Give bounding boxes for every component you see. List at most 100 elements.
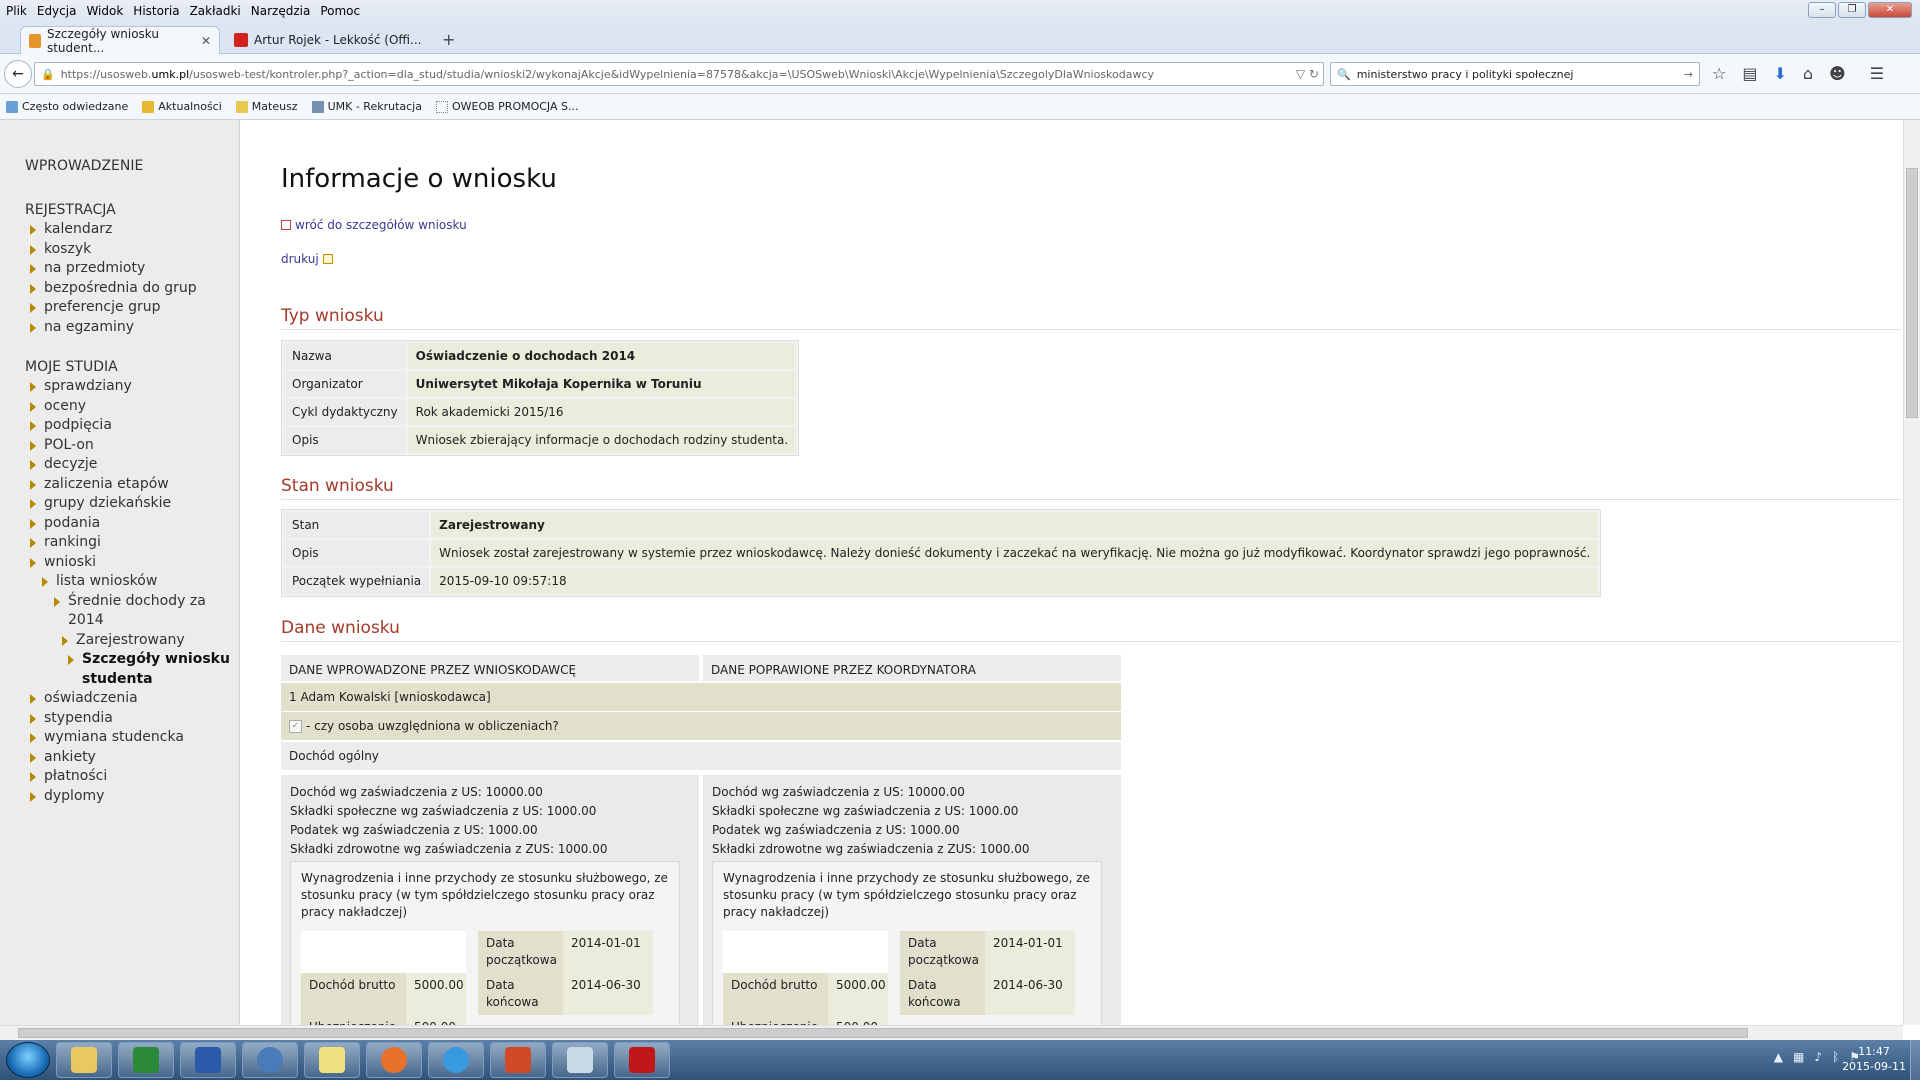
bookmark-czesto[interactable]: Często odwiedzane [6,100,128,113]
menu-narzedzia[interactable]: Narzędzia [251,4,311,18]
horizontal-scrollbar[interactable] [0,1025,1903,1040]
value-cell: 500.00 [406,1015,466,1025]
arrow-icon [30,440,36,451]
sidebar-item-wymiana[interactable]: wymiana studencka [25,728,239,748]
reload-icon[interactable]: ▽ ↻ [1296,67,1319,81]
value-cell: 5000.00 [406,973,466,1015]
scrollbar-thumb[interactable] [18,1028,1748,1038]
back-to-details-link[interactable]: wróć do szczegółów wniosku [281,218,467,232]
clock[interactable]: 11:47 2015-09-11 [1842,1044,1906,1074]
bookmark-icon [6,100,18,113]
bookmark-star-icon[interactable]: ☆ [1712,64,1726,83]
sidebar-item-szczegoly[interactable]: Szczegóły wniosku studenta [25,650,239,689]
tab-szczegoly[interactable]: Szczegóły wniosku student... ✕ [20,26,220,55]
search-go-icon[interactable]: → [1684,68,1693,81]
taskbar-firefox[interactable] [366,1042,422,1078]
sidebar-item-bezposrednia[interactable]: bezpośrednia do grup [25,279,239,299]
arrow-icon [30,460,36,470]
menu-edycja[interactable]: Edycja [37,4,77,18]
sidebar-item-kalendarz[interactable]: kalendarz [25,220,239,240]
sidebar-item-preferencje[interactable]: preferencje grup [25,298,239,318]
vertical-scrollbar[interactable] [1903,120,1920,1025]
taskbar-paint[interactable] [552,1042,608,1078]
close-tab-icon[interactable]: ✕ [201,34,211,48]
firefox-icon [381,1047,407,1073]
sidebar-moje-studia[interactable]: MOJE STUDIA [25,359,239,375]
menu-zakladki[interactable]: Zakładki [190,4,241,18]
menu-plik[interactable]: Plik [6,4,27,18]
sidebar-item-srednie-dochody[interactable]: Średnie dochody za 2014 [25,592,239,631]
label-cell: Ubezpieczenie społeczne [723,1015,828,1025]
print-link[interactable]: drukuj [281,252,333,266]
sidebar-item-platnosci[interactable]: płatności [25,767,239,787]
sidebar-item-podania[interactable]: podania [25,514,239,534]
minimize-button[interactable]: – [1808,2,1836,18]
reading-list-icon[interactable]: ▤ [1742,64,1757,83]
table-row: Stan Zarejestrowany [284,512,1599,538]
maximize-button[interactable]: ❐ [1838,2,1866,18]
show-desktop-button[interactable] [1910,1040,1920,1080]
menu-pomoc[interactable]: Pomoc [320,4,360,18]
sidebar-item-pol-on[interactable]: POL-on [25,436,239,456]
sidebar-item-oswiadczenia[interactable]: oświadczenia [25,689,239,709]
bluetooth-icon[interactable]: ᛒ [1832,1050,1839,1064]
sidebar-item-stypendia[interactable]: stypendia [25,709,239,729]
sidebar-item-oceny[interactable]: oceny [25,397,239,417]
taskbar-powerpoint[interactable] [490,1042,546,1078]
bookmark-mateusz[interactable]: Mateusz [235,100,298,113]
typ-heading: Typ wniosku [281,306,384,326]
sidebar-item-na-egzaminy[interactable]: na egzaminy [25,318,239,338]
taskbar-word[interactable] [180,1042,236,1078]
sidebar-item-rankingi[interactable]: rankingi [25,533,239,553]
taskbar-ie[interactable] [428,1042,484,1078]
url-bar[interactable]: 🔒 https://usosweb. umk.pl/usosweb-test/ko… [34,62,1324,86]
label-cell: Data początkowa [900,931,985,973]
taskbar-excel[interactable] [118,1042,174,1078]
chat-icon[interactable]: ☻ [1829,64,1846,83]
taskbar-explorer[interactable] [56,1042,112,1078]
sidebar-item-dyplomy[interactable]: dyplomy [25,787,239,807]
menu-icon[interactable]: ☰ [1870,64,1884,83]
close-window-button[interactable]: ✕ [1868,2,1912,18]
bookmark-umk[interactable]: UMK - Rekrutacja [311,100,422,113]
new-tab-icon[interactable]: + [442,30,455,49]
sidebar-item-sprawdziany[interactable]: sprawdziany [25,377,239,397]
menu-widok[interactable]: Widok [86,4,123,18]
network-icon[interactable]: ▦ [1793,1050,1804,1064]
pdf-icon [629,1047,655,1073]
sidebar-item-zaliczenia[interactable]: zaliczenia etapów [25,475,239,495]
sidebar-item-ankiety[interactable]: ankiety [25,748,239,768]
sidebar-rejestracja[interactable]: REJESTRACJA [25,202,239,218]
sidebar: WPROWADZENIE REJESTRACJA kalendarz koszy… [0,120,240,1025]
bookmark-aktualnosci[interactable]: Aktualności [142,100,222,113]
mail-icon [257,1047,283,1073]
sidebar-item-lista-wnioskow[interactable]: lista wniosków [25,572,239,592]
arrow-icon [30,421,36,431]
sidebar-item-label: Zarejestrowany [76,631,185,648]
sidebar-item-decyzje[interactable]: decyzje [25,455,239,475]
download-icon[interactable]: ⬇ [1773,64,1786,83]
sidebar-item-zarejestrowany[interactable]: Zarejestrowany [25,631,239,651]
taskbar-acrobat[interactable] [614,1042,670,1078]
search-box[interactable]: 🔍 ministerstwo pracy i polityki społeczn… [1330,62,1700,86]
taskbar-thunderbird[interactable] [242,1042,298,1078]
sidebar-wprowadzenie[interactable]: WPROWADZENIE [25,158,239,174]
sidebar-item-label: POL-on [44,436,94,453]
sidebar-item-na-przedmioty[interactable]: na przedmioty [25,259,239,279]
sidebar-item-wnioski[interactable]: wnioski [25,553,239,573]
home-icon[interactable]: ⌂ [1803,64,1813,83]
taskbar-notes[interactable] [304,1042,360,1078]
menu-historia[interactable]: Historia [133,4,179,18]
bookmark-oweob[interactable]: OWEOB PROMOCJA S... [435,100,578,113]
tab-youtube[interactable]: Artur Rojek - Lekkość (Offi... [226,26,436,54]
tray-icon[interactable]: ▲ [1774,1050,1783,1064]
included-checkbox[interactable]: ✓ [289,720,302,733]
back-button[interactable]: ← [4,60,32,88]
volume-icon[interactable]: ♪ [1814,1050,1822,1064]
sidebar-item-grupy[interactable]: grupy dziekańskie [25,494,239,514]
start-button[interactable] [6,1042,50,1078]
sidebar-item-podpiecia[interactable]: podpięcia [25,416,239,436]
arrow-icon [30,225,36,235]
sidebar-item-koszyk[interactable]: koszyk [25,240,239,260]
scrollbar-thumb[interactable] [1906,168,1918,418]
